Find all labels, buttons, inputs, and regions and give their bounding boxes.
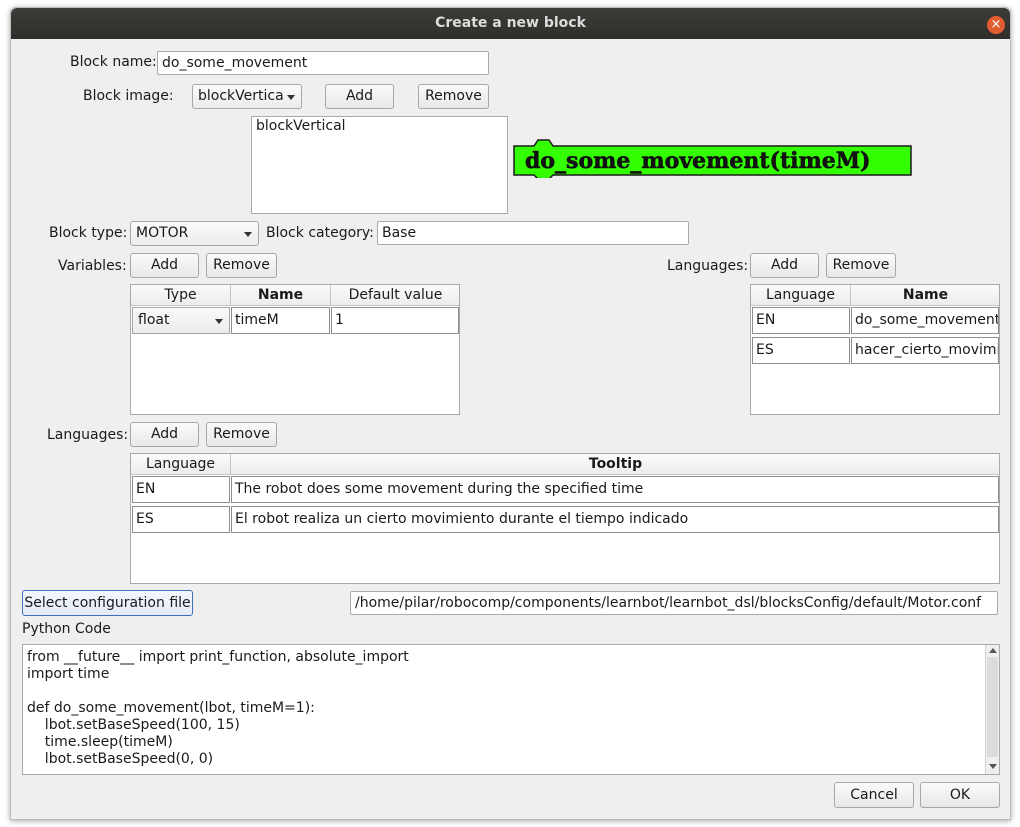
name-language-cell[interactable]: EN	[752, 307, 850, 334]
block-image-list[interactable]: blockVertical	[251, 116, 508, 214]
variables-add-button[interactable]: Add	[130, 253, 199, 278]
chevron-down-icon	[287, 95, 295, 100]
variables-remove-button[interactable]: Remove	[206, 253, 277, 278]
block-image-selected: blockVertica	[198, 88, 284, 104]
name-languages-header-name[interactable]: Name	[851, 285, 999, 306]
tooltip-value-cell[interactable]: The robot does some movement during the …	[231, 476, 999, 503]
chevron-down-icon	[244, 232, 252, 237]
python-code-label: Python Code	[22, 621, 111, 637]
tooltip-languages-add-button[interactable]: Add	[130, 422, 199, 447]
block-preview-shape: do_some_movement(timeM)	[513, 139, 912, 180]
block-preview-text: do_some_movement(timeM)	[525, 148, 871, 174]
tooltip-value-cell[interactable]: El robot realiza un cierto movimiento du…	[231, 506, 999, 533]
create-block-dialog: Create a new block × Block name: do_some…	[10, 7, 1011, 820]
tooltip-languages-label: Languages:	[47, 427, 129, 443]
dialog-title: Create a new block	[435, 15, 586, 31]
tooltip-header-language[interactable]: Language	[131, 454, 231, 475]
name-languages-label: Languages:	[667, 258, 749, 274]
block-image-select[interactable]: blockVertica	[192, 84, 302, 109]
name-language-cell[interactable]: ES	[752, 337, 850, 364]
variable-type-select[interactable]: float	[132, 307, 230, 334]
block-type-selected: MOTOR	[136, 225, 189, 241]
name-languages-remove-button[interactable]: Remove	[826, 253, 896, 278]
title-bar: Create a new block ×	[11, 8, 1010, 39]
block-category-input[interactable]: Base	[377, 221, 689, 245]
name-languages-table: Language Name EN do_some_movement ES hac…	[750, 284, 1000, 415]
block-image-remove-button[interactable]: Remove	[418, 84, 489, 109]
name-value-cell[interactable]: hacer_cierto_movimie	[851, 337, 999, 364]
select-config-file-button[interactable]: Select configuration file	[22, 590, 193, 616]
tooltip-language-cell[interactable]: ES	[132, 506, 230, 533]
block-name-input[interactable]: do_some_movement	[157, 51, 489, 75]
code-scrollbar[interactable]	[985, 645, 999, 774]
scroll-up-icon[interactable]	[989, 648, 997, 653]
chevron-down-icon	[215, 319, 223, 324]
variables-header-default[interactable]: Default value	[331, 285, 459, 306]
name-languages-add-button[interactable]: Add	[750, 253, 819, 278]
cancel-button[interactable]: Cancel	[834, 782, 914, 808]
block-type-label: Block type:	[49, 225, 128, 241]
variable-default-cell[interactable]: 1	[331, 307, 459, 334]
variables-label: Variables:	[58, 258, 127, 274]
name-value-cell[interactable]: do_some_movement	[851, 307, 999, 334]
block-image-add-button[interactable]: Add	[325, 84, 394, 109]
scrollbar-thumb[interactable]	[987, 657, 998, 757]
variable-type-value: float	[138, 312, 170, 328]
tooltip-language-cell[interactable]: EN	[132, 476, 230, 503]
variables-table: Type Name Default value float timeM 1	[130, 284, 460, 415]
tooltip-languages-table: Language Tooltip EN The robot does some …	[130, 453, 1000, 584]
close-icon[interactable]: ×	[987, 16, 1005, 34]
variable-name-cell[interactable]: timeM	[231, 307, 330, 334]
scroll-down-icon[interactable]	[989, 764, 997, 769]
variables-header-type[interactable]: Type	[131, 285, 231, 306]
block-type-select[interactable]: MOTOR	[130, 221, 259, 246]
tooltip-languages-remove-button[interactable]: Remove	[206, 422, 277, 447]
ok-button[interactable]: OK	[920, 782, 1000, 808]
block-image-list-item[interactable]: blockVertical	[256, 118, 346, 134]
block-preview: do_some_movement(timeM)	[513, 138, 913, 180]
block-category-label: Block category:	[266, 225, 374, 241]
tooltip-header-tooltip[interactable]: Tooltip	[231, 454, 999, 475]
config-path-input[interactable]: /home/pilar/robocomp/components/learnbot…	[350, 591, 998, 615]
block-image-label: Block image:	[83, 88, 174, 104]
block-name-label: Block name:	[70, 54, 157, 70]
name-languages-header-language[interactable]: Language	[751, 285, 851, 306]
variables-header-name[interactable]: Name	[231, 285, 331, 306]
python-code-editor[interactable]: from __future__ import print_function, a…	[22, 644, 1000, 775]
python-code-text: from __future__ import print_function, a…	[27, 649, 409, 767]
